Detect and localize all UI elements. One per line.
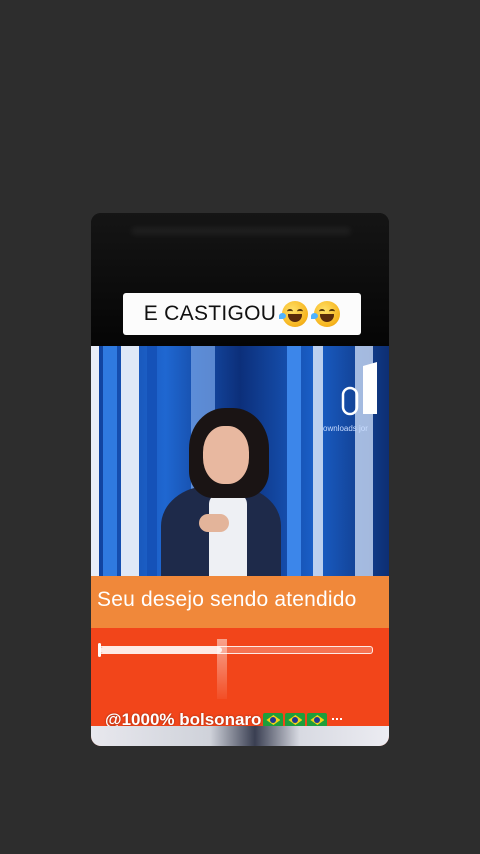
channel-logo-icon	[341, 362, 377, 416]
news-studio-scene: ownloads jor	[91, 346, 389, 577]
video-letterbox-top: E CASTIGOU	[91, 213, 389, 346]
progress-knob[interactable]	[217, 639, 227, 699]
presenter-shirt	[209, 494, 247, 577]
letterbox-glow	[131, 227, 351, 235]
rofl-emoji-icon	[279, 301, 309, 327]
progress-fill	[100, 647, 222, 653]
caption-box: E CASTIGOU	[123, 293, 361, 335]
presenter-face	[203, 426, 249, 484]
video-bottom-strip	[91, 726, 389, 746]
ellipsis-icon	[332, 717, 343, 723]
brazil-flag-icon	[285, 713, 306, 727]
headline-text: Seu desejo sendo atendido	[97, 588, 357, 611]
brazil-flag-icon	[307, 713, 328, 727]
brazil-flag-icon	[263, 713, 284, 727]
story-screen: E CASTIGOU ownloads jor Seu desejo sendo…	[0, 0, 480, 854]
headline-band: Seu desejo sendo atendido	[91, 576, 389, 628]
video-player[interactable]: E CASTIGOU ownloads jor Seu desejo sendo…	[91, 213, 389, 746]
background-screen-text: ownloads jor	[323, 424, 368, 433]
caption-text: E CASTIGOU	[143, 302, 277, 325]
progress-bar[interactable]	[98, 639, 373, 699]
rofl-emoji-icon	[311, 301, 341, 327]
progress-start-marker	[98, 643, 101, 657]
presenter-hand	[199, 514, 229, 532]
